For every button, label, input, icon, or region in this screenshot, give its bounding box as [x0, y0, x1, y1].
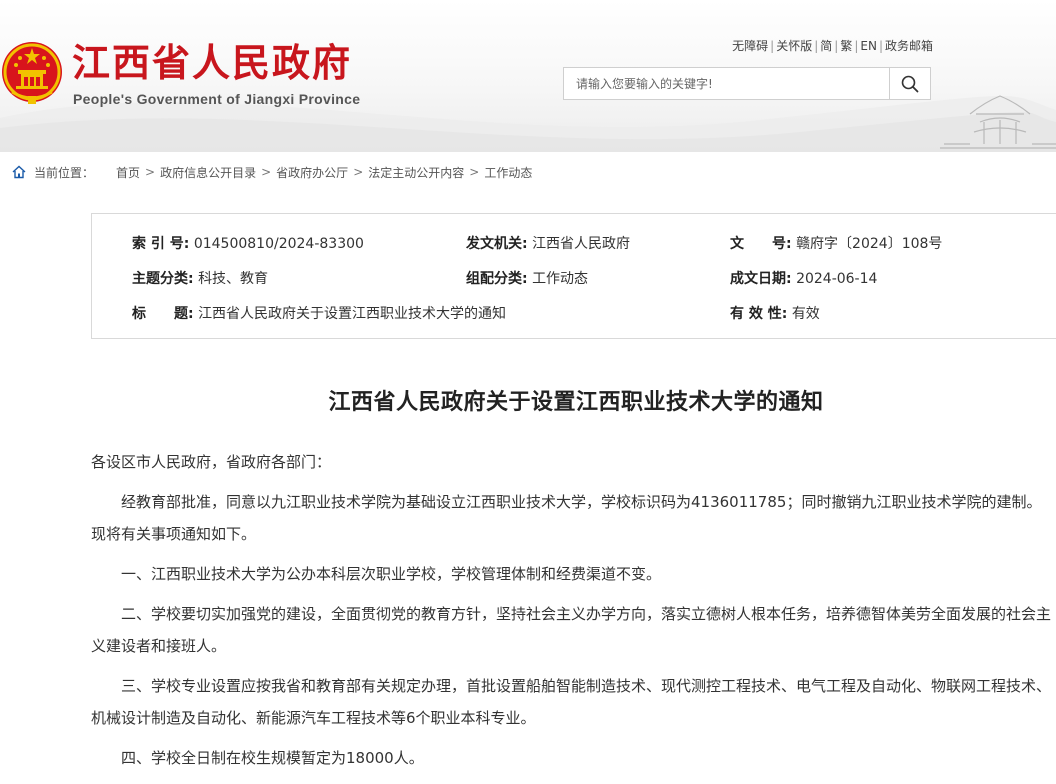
meta-topic: 主题分类: 科技、教育 — [132, 268, 268, 288]
article-paragraph: 经教育部批准，同意以九江职业技术学院为基础设立江西职业技术大学，学校标识码为41… — [91, 493, 1042, 543]
breadcrumb-home[interactable]: 首页 — [116, 164, 140, 181]
meta-topic-label: 主题分类: — [132, 271, 194, 287]
site-title[interactable]: 江西省人民政府 — [72, 40, 352, 86]
meta-title: 标 题: 江西省人民政府关于设置江西职业技术大学的通知 — [132, 303, 506, 323]
meta-date-value: 2024-06-14 — [796, 271, 878, 287]
meta-index-number-label: 索 引 号: — [132, 236, 190, 252]
article-paragraph: 二、学校要切实加强党的建设，全面贯彻党的教育方针，坚持社会主义办学方向，落实立德… — [91, 605, 1052, 655]
meta-doc-number: 文 号: 赣府字〔2024〕108号 — [730, 233, 942, 253]
meta-title-label: 标 题: — [132, 306, 194, 322]
site-header: 江西省人民政府 People's Government of Jiangxi P… — [0, 0, 1056, 152]
breadcrumb-work-news[interactable]: 工作动态 — [484, 164, 532, 181]
meta-issuer-value: 江西省人民政府 — [532, 236, 631, 252]
search-icon — [901, 75, 919, 92]
document-title: 江西省人民政府关于设置江西职业技术大学的通知 — [328, 390, 824, 415]
breadcrumb-separator: > — [353, 165, 364, 179]
home-icon — [12, 165, 26, 179]
meta-issuer: 发文机关: 江西省人民政府 — [466, 233, 630, 253]
government-mail-link[interactable]: 政务邮箱 — [885, 39, 933, 53]
article-body: 各设区市人民政府，省政府各部门： 经教育部批准，同意以九江职业技术学院为基础设立… — [91, 446, 1056, 782]
breadcrumb-general-office[interactable]: 省政府办公厅 — [276, 164, 348, 181]
simplified-chinese-link[interactable]: 简 — [820, 39, 832, 53]
meta-category: 组配分类: 工作动态 — [466, 268, 588, 288]
breadcrumb-separator: > — [469, 165, 480, 179]
article-paragraph: 一、江西职业技术大学为公办本科层次职业学校，学校管理体制和经费渠道不变。 — [121, 565, 662, 583]
search-input[interactable] — [564, 68, 890, 99]
article-paragraph: 四、学校全日制在校生规模暂定为18000人。 — [121, 749, 424, 767]
site-subtitle: People's Government of Jiangxi Province — [73, 91, 361, 107]
meta-doc-number-value: 赣府字〔2024〕108号 — [796, 236, 943, 252]
meta-date: 成文日期: 2024-06-14 — [730, 268, 877, 288]
meta-validity: 有 效 性: 有效 — [730, 303, 820, 323]
meta-validity-value: 有效 — [791, 306, 820, 322]
accessibility-link[interactable]: 无障碍 — [732, 39, 768, 53]
care-mode-link[interactable]: 关怀版 — [776, 39, 812, 53]
meta-issuer-label: 发文机关: — [466, 236, 528, 252]
meta-index-number-value: 014500810/2024-83300 — [193, 236, 364, 252]
meta-index-number: 索 引 号: 014500810/2024-83300 — [132, 233, 364, 253]
meta-validity-label: 有 效 性: — [730, 306, 788, 322]
traditional-chinese-link[interactable]: 繁 — [840, 39, 852, 53]
national-emblem-icon — [2, 42, 62, 104]
article-salutation: 各设区市人民政府，省政府各部门： — [91, 453, 332, 471]
meta-date-label: 成文日期: — [730, 271, 792, 287]
breadcrumb-separator: > — [145, 165, 156, 179]
meta-topic-value: 科技、教育 — [198, 271, 269, 287]
document-metadata-box: 索 引 号: 014500810/2024-83300 发文机关: 江西省人民政… — [91, 213, 1056, 339]
meta-doc-number-label: 文 号: — [730, 236, 792, 252]
pavilion-illustration — [940, 95, 1056, 149]
article-paragraph: 三、学校专业设置应按我省和教育部有关规定办理，首批设置船舶智能制造技术、现代测控… — [91, 677, 1052, 727]
breadcrumb: 当前位置： 首页 > 政府信息公开目录 > 省政府办公厅 > 法定主动公开内容 … — [12, 162, 532, 182]
meta-category-label: 组配分类: — [466, 271, 528, 287]
search-button[interactable] — [889, 68, 930, 99]
breadcrumb-statutory-content[interactable]: 法定主动公开内容 — [368, 164, 464, 181]
english-link[interactable]: EN — [860, 39, 877, 53]
breadcrumb-info-disclosure[interactable]: 政府信息公开目录 — [160, 164, 256, 181]
meta-category-value: 工作动态 — [532, 271, 589, 287]
top-links: 无障碍 | 关怀版 | 简 | 繁 | EN | 政务邮箱 — [732, 39, 933, 53]
meta-title-value: 江西省人民政府关于设置江西职业技术大学的通知 — [198, 306, 507, 322]
search-box — [563, 67, 931, 100]
breadcrumb-label: 当前位置： — [34, 165, 95, 180]
breadcrumb-separator: > — [261, 165, 272, 179]
